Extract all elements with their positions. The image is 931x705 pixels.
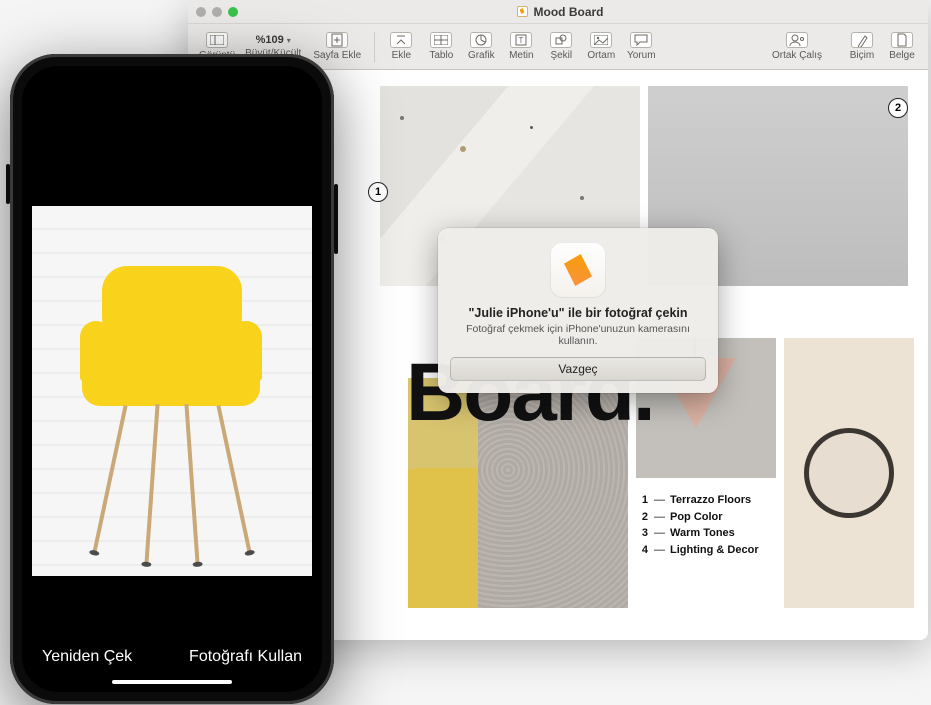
- collaborate-button[interactable]: Ortak Çalış: [768, 30, 826, 63]
- minimize-window-button[interactable]: [212, 7, 222, 17]
- iphone-device: Yeniden Çek Fotoğrafı Kullan: [10, 54, 334, 704]
- badge-1[interactable]: 1: [368, 182, 388, 202]
- add-page-label: Sayfa Ekle: [313, 50, 361, 61]
- add-page-icon: [326, 32, 348, 48]
- comment-button[interactable]: Yorum: [623, 30, 659, 63]
- legend-num: 4: [638, 542, 648, 559]
- legend: 1 — Terrazzo Floors 2 — Pop Color 3 — Wa…: [638, 492, 759, 558]
- titlebar: Mood Board: [188, 0, 928, 24]
- legend-num: 3: [638, 525, 648, 542]
- insert-menu[interactable]: Ekle: [383, 30, 419, 63]
- popover-heading: "Julie iPhone'u" ile bir fotoğraf çekin: [450, 306, 706, 320]
- zoom-value: %109: [256, 34, 284, 46]
- text-label: Metin: [509, 50, 533, 61]
- table-icon: [430, 32, 452, 48]
- format-button[interactable]: Biçim: [844, 30, 880, 63]
- comment-label: Yorum: [627, 50, 656, 61]
- camera-action-bar: Yeniden Çek Fotoğrafı Kullan: [22, 630, 322, 680]
- legend-num: 1: [638, 492, 648, 509]
- document-button[interactable]: Belge: [884, 30, 920, 63]
- legend-dash: —: [654, 509, 664, 526]
- legend-dash: —: [654, 525, 664, 542]
- legend-dash: —: [654, 542, 664, 559]
- document-icon: [891, 32, 913, 48]
- zoom-window-button[interactable]: [228, 7, 238, 17]
- add-page-button[interactable]: Sayfa Ekle: [308, 30, 366, 63]
- notch: [97, 66, 247, 92]
- chart-label: Grafik: [468, 50, 495, 61]
- popover-body: Fotoğraf çekmek için iPhone'unuzun kamer…: [450, 323, 706, 347]
- window-controls: [196, 7, 238, 17]
- toolbar-divider: [374, 32, 375, 62]
- format-icon: [851, 32, 873, 48]
- legend-num: 2: [638, 509, 648, 526]
- text-icon: T: [510, 32, 532, 48]
- legend-label: Pop Color: [670, 509, 723, 526]
- chart-icon: [470, 32, 492, 48]
- retake-button[interactable]: Yeniden Çek: [42, 648, 132, 666]
- media-icon: [590, 32, 612, 48]
- format-label: Biçim: [850, 50, 874, 61]
- window-title-text: Mood Board: [534, 5, 604, 19]
- table-button[interactable]: Tablo: [423, 30, 459, 63]
- view-icon: [206, 32, 228, 48]
- media-label: Ortam: [587, 50, 615, 61]
- legend-row: 2 — Pop Color: [638, 509, 759, 526]
- continuity-popover: "Julie iPhone'u" ile bir fotoğraf çekin …: [438, 228, 718, 393]
- legend-label: Warm Tones: [670, 525, 735, 542]
- legend-dash: —: [654, 492, 664, 509]
- svg-text:T: T: [519, 36, 524, 45]
- document-label: Belge: [889, 50, 915, 61]
- comment-icon: [630, 32, 652, 48]
- close-window-button[interactable]: [196, 7, 206, 17]
- shape-button[interactable]: Şekil: [543, 30, 579, 63]
- cancel-button[interactable]: Vazgeç: [450, 357, 706, 381]
- legend-row: 3 — Warm Tones: [638, 525, 759, 542]
- collaborate-icon: [786, 32, 808, 48]
- window-title: Mood Board: [238, 5, 882, 19]
- image-mirror[interactable]: [784, 338, 914, 608]
- text-button[interactable]: T Metin: [503, 30, 539, 63]
- legend-row: 4 — Lighting & Decor: [638, 542, 759, 559]
- collaborate-label: Ortak Çalış: [772, 50, 822, 61]
- media-button[interactable]: Ortam: [583, 30, 619, 63]
- legend-label: Terrazzo Floors: [670, 492, 751, 509]
- shape-label: Şekil: [550, 50, 572, 61]
- use-photo-button[interactable]: Fotoğrafı Kullan: [189, 648, 302, 666]
- chevron-down-icon: ▾: [287, 36, 291, 45]
- legend-row: 1 — Terrazzo Floors: [638, 492, 759, 509]
- chair-image: [82, 266, 260, 416]
- pages-doc-icon: [517, 6, 528, 17]
- camera-preview-area: [22, 66, 322, 630]
- pen-icon: [564, 254, 592, 286]
- insert-icon: [390, 32, 412, 48]
- shape-icon: [550, 32, 572, 48]
- legend-label: Lighting & Decor: [670, 542, 759, 559]
- chart-button[interactable]: Grafik: [463, 30, 499, 63]
- mirror-shape: [804, 428, 894, 518]
- pages-app-icon: [550, 242, 606, 298]
- iphone-screen: Yeniden Çek Fotoğrafı Kullan: [22, 66, 322, 692]
- insert-label: Ekle: [392, 50, 411, 61]
- home-indicator[interactable]: [112, 680, 232, 684]
- badge-2[interactable]: 2: [888, 98, 908, 118]
- captured-photo[interactable]: [32, 206, 312, 576]
- table-label: Tablo: [429, 50, 453, 61]
